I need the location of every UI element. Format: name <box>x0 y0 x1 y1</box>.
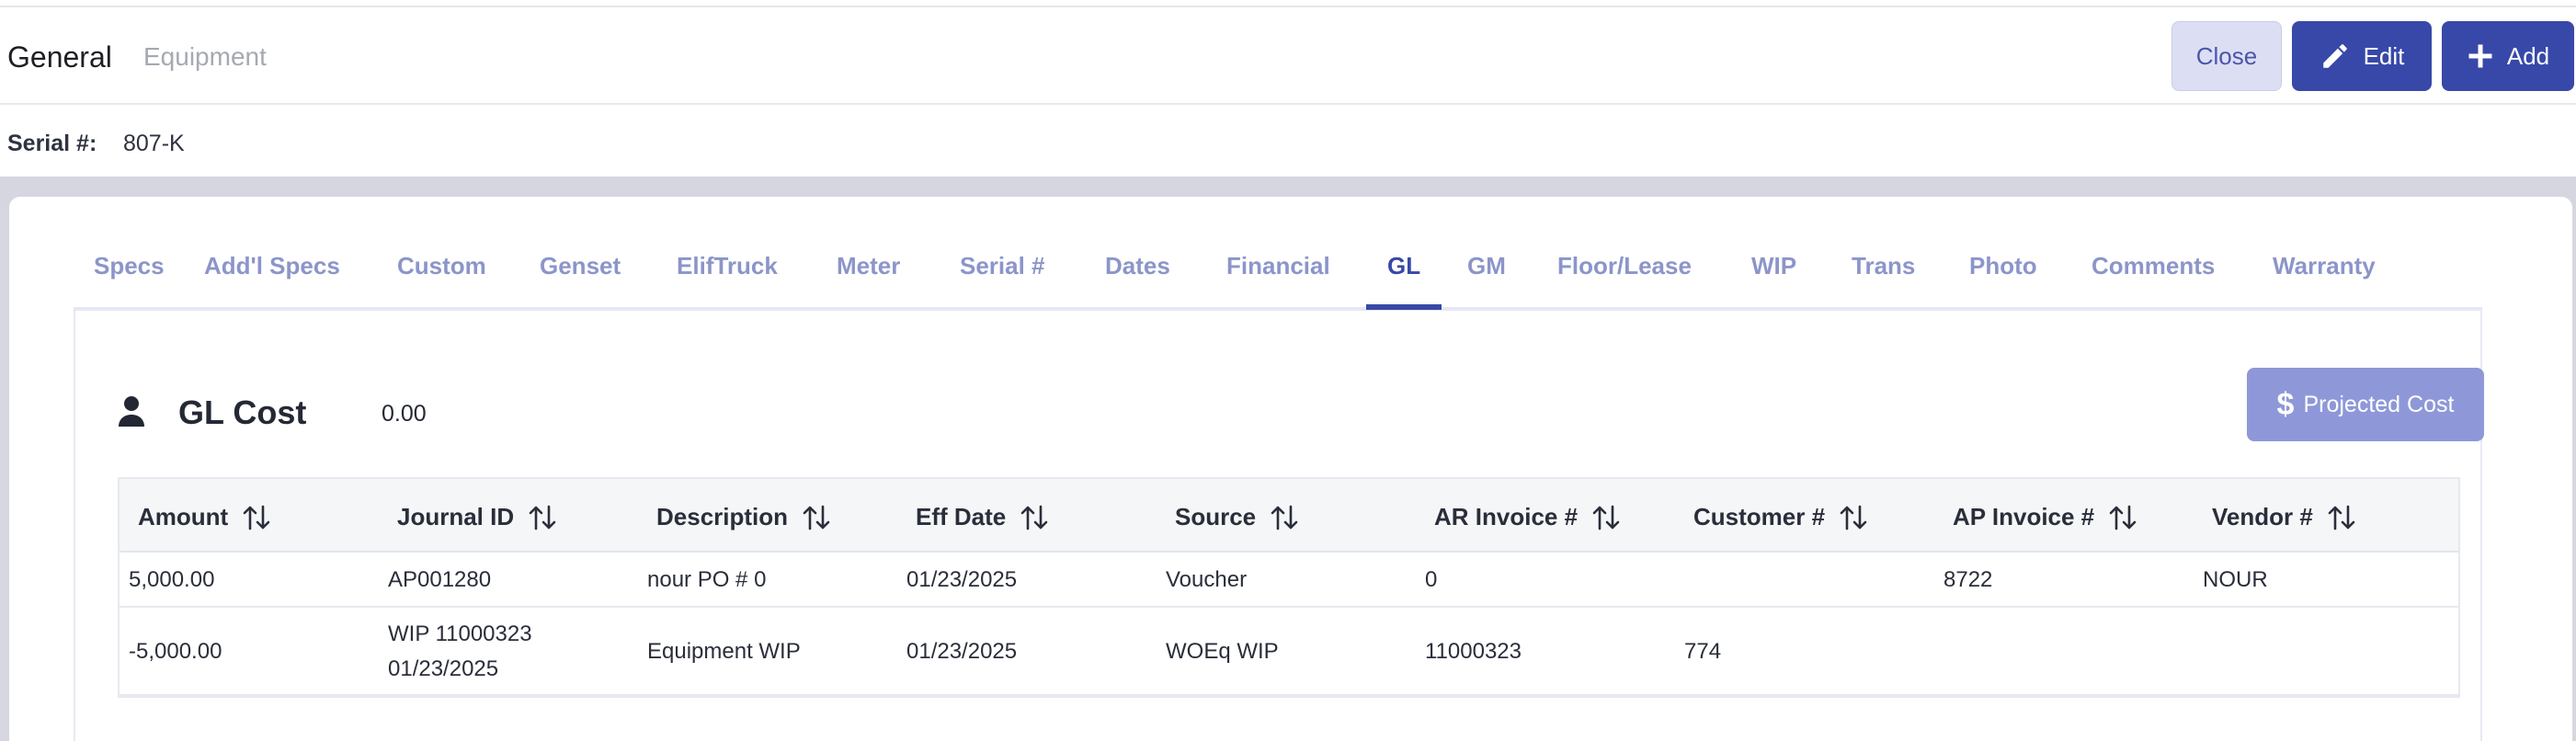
column-label: Amount <box>138 503 229 530</box>
sort-icon <box>803 505 830 530</box>
cell-ar-invoice: 0 <box>1425 567 1438 592</box>
column-label: Customer # <box>1693 503 1826 530</box>
cell-vendor: NOUR <box>2203 567 2268 592</box>
sort-icon <box>1840 505 1867 530</box>
close-button[interactable]: Close <box>2171 21 2282 91</box>
edit-button-label: Edit <box>2363 41 2405 70</box>
tab-floor-lease[interactable]: Floor/Lease <box>1557 252 1692 280</box>
tab-dates[interactable]: Dates <box>1105 252 1170 280</box>
add-button[interactable]: Add <box>2442 21 2574 91</box>
serial-row: Serial #: 807-K <box>0 105 2576 177</box>
serial-label: Serial #: <box>7 131 97 156</box>
table-row[interactable]: -5,000.00 WIP 11000323 01/23/2025 Equipm… <box>120 608 2458 696</box>
page-header: General Equipment Close Edit Add <box>0 7 2576 105</box>
column-header-ap-invoice[interactable]: AP Invoice # <box>1953 503 2137 531</box>
tab-warranty[interactable]: Warranty <box>2273 252 2376 280</box>
table-header: Amount Journal ID Description Eff Date S… <box>120 479 2458 553</box>
plus-icon <box>2468 44 2492 68</box>
column-label: AR Invoice # <box>1434 503 1579 530</box>
tab-specs[interactable]: Specs <box>94 252 165 280</box>
column-header-source[interactable]: Source <box>1175 503 1298 531</box>
column-header-ar-invoice[interactable]: AR Invoice # <box>1434 503 1620 531</box>
sort-icon <box>1271 505 1298 530</box>
column-label: Vendor # <box>2212 503 2313 530</box>
column-label: AP Invoice # <box>1953 503 2095 530</box>
cell-source: Voucher <box>1166 567 1248 592</box>
sort-icon <box>1592 505 1620 530</box>
cell-eff-date: 01/23/2025 <box>906 639 1018 664</box>
cell-description: nour PO # 0 <box>647 567 767 592</box>
column-label: Journal ID <box>397 503 515 530</box>
column-header-description[interactable]: Description <box>656 503 830 531</box>
cell-ar-invoice: 11000323 <box>1425 639 1522 664</box>
cell-journal-id: AP001280 <box>388 567 492 592</box>
tab-custom[interactable]: Custom <box>397 252 486 280</box>
tab-trans[interactable]: Trans <box>1852 252 1915 280</box>
tab-financial[interactable]: Financial <box>1226 252 1330 280</box>
column-label: Eff Date <box>916 503 1007 530</box>
cell-amount: 5,000.00 <box>129 567 215 592</box>
dollar-icon: $ <box>2276 386 2295 422</box>
serial-value: 807-K <box>123 131 185 156</box>
column-header-journal-id[interactable]: Journal ID <box>397 503 556 531</box>
sort-icon <box>2109 505 2137 530</box>
cell-amount: -5,000.00 <box>129 639 222 664</box>
sort-icon <box>243 505 270 530</box>
cell-description: Equipment WIP <box>647 639 801 664</box>
page-title: General <box>7 40 112 74</box>
tab-serial[interactable]: Serial # <box>960 252 1045 280</box>
sort-icon <box>1020 505 1048 530</box>
projected-cost-button[interactable]: $ Projected Cost <box>2247 368 2484 441</box>
sort-icon <box>2328 505 2355 530</box>
tab-gm[interactable]: GM <box>1467 252 1506 280</box>
tab-eliftruck[interactable]: ElifTruck <box>677 252 778 280</box>
tab-photo[interactable]: Photo <box>1969 252 2037 280</box>
pencil-icon <box>2322 44 2347 68</box>
active-tab-indicator <box>1366 304 1442 310</box>
tab-bar: Specs Add'l Specs Custom Genset ElifTruc… <box>74 197 2482 311</box>
gl-cost-value: 0.00 <box>382 401 427 427</box>
column-label: Source <box>1175 503 1257 530</box>
table-row[interactable]: 5,000.00 AP001280 nour PO # 0 01/23/2025… <box>120 553 2458 608</box>
sort-icon <box>529 505 556 530</box>
gl-cost-title: GL Cost <box>178 393 307 431</box>
column-header-eff-date[interactable]: Eff Date <box>916 503 1048 531</box>
top-border <box>0 0 2576 7</box>
add-button-label: Add <box>2506 41 2550 70</box>
tab-gl[interactable]: GL <box>1387 252 1420 280</box>
edit-button[interactable]: Edit <box>2292 21 2432 91</box>
cell-ap-invoice: 8722 <box>1943 567 1993 592</box>
close-button-label: Close <box>2195 41 2258 70</box>
tab-genset[interactable]: Genset <box>540 252 621 280</box>
gl-table: Amount Journal ID Description Eff Date S… <box>118 477 2460 698</box>
column-header-customer[interactable]: Customer # <box>1693 503 1867 531</box>
tab-wip[interactable]: WIP <box>1751 252 1796 280</box>
user-icon <box>119 396 144 427</box>
projected-cost-label: Projected Cost <box>2303 391 2455 417</box>
cell-eff-date: 01/23/2025 <box>906 567 1018 592</box>
cell-source: WOEq WIP <box>1166 639 1279 664</box>
column-header-vendor[interactable]: Vendor # <box>2212 503 2355 531</box>
tab-comments[interactable]: Comments <box>2092 252 2215 280</box>
column-header-amount[interactable]: Amount <box>138 503 270 531</box>
cell-customer: 774 <box>1684 639 1722 664</box>
tab-addl-specs[interactable]: Add'l Specs <box>204 252 340 280</box>
page-subtitle: Equipment <box>143 42 267 71</box>
cell-journal-id: WIP 11000323 01/23/2025 <box>388 621 532 681</box>
column-label: Description <box>656 503 789 530</box>
tab-meter[interactable]: Meter <box>837 252 900 280</box>
